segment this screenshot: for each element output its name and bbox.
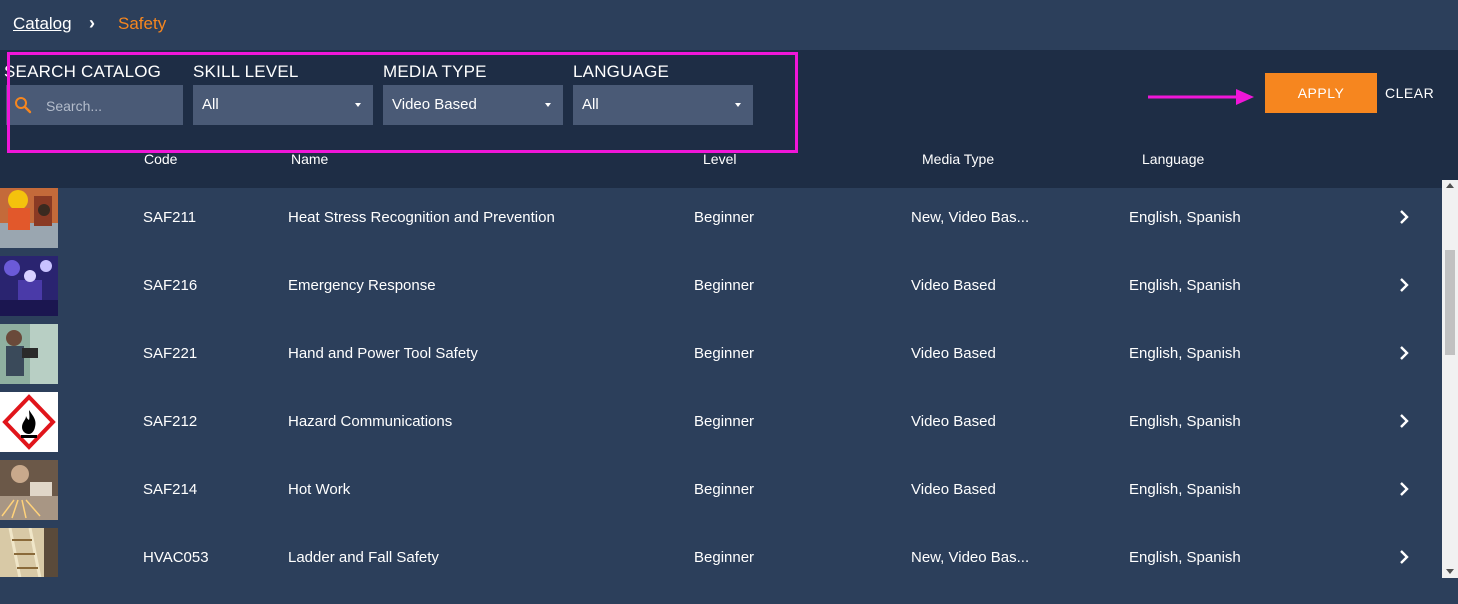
table-row[interactable]: SAF211 Heat Stress Recognition and Preve… [0, 188, 1442, 248]
scroll-thumb[interactable] [1445, 250, 1455, 355]
course-level: Beginner [694, 277, 755, 294]
media-type-value: Video Based [392, 96, 477, 113]
course-media-type: New, Video Bas... [911, 209, 1030, 226]
course-media-type: Video Based [911, 277, 996, 294]
course-language: English, Spanish [1129, 549, 1241, 566]
course-name: Ladder and Fall Safety [288, 549, 439, 566]
footer-band [0, 578, 1458, 604]
annotation-arrow-icon [1148, 89, 1254, 105]
table-row[interactable]: SAF214 Hot Work Beginner Video Based Eng… [0, 460, 1442, 520]
chevron-right-icon [1400, 414, 1409, 428]
course-language: English, Spanish [1129, 481, 1241, 498]
worker-photo-icon [0, 188, 58, 248]
caret-down-icon [355, 103, 361, 107]
course-code: SAF211 [143, 209, 197, 226]
table-row[interactable]: SAF212 Hazard Communications Beginner Vi… [0, 392, 1442, 452]
course-code: SAF221 [143, 345, 198, 362]
clear-button[interactable]: CLEAR [1385, 85, 1434, 101]
power-tool-photo-icon [0, 324, 58, 384]
skill-level-label: SKILL LEVEL [193, 62, 299, 81]
language-label: LANGUAGE [573, 62, 670, 81]
breadcrumb-current: Safety [118, 14, 167, 33]
chevron-right-icon [1400, 346, 1409, 360]
course-media-type: Video Based [911, 481, 996, 498]
course-name: Emergency Response [288, 277, 436, 294]
search-icon [15, 97, 32, 114]
course-level: Beginner [694, 549, 755, 566]
language-select[interactable]: All [573, 85, 753, 125]
course-name: Hazard Communications [288, 413, 453, 430]
ladder-photo-icon [0, 528, 58, 577]
course-media-type: Video Based [911, 413, 996, 430]
course-level: Beginner [694, 209, 755, 226]
chevron-right-icon [1400, 482, 1409, 496]
caret-down-icon [545, 103, 551, 107]
scroll-down-arrow-icon[interactable] [1446, 569, 1454, 574]
search-field[interactable] [6, 85, 183, 127]
chevron-right-icon [1400, 550, 1409, 564]
vertical-scrollbar[interactable] [1442, 180, 1458, 578]
course-name: Heat Stress Recognition and Prevention [288, 209, 555, 226]
course-media-type: Video Based [911, 345, 996, 362]
media-type-label: MEDIA TYPE [383, 62, 487, 81]
scroll-up-arrow-icon[interactable] [1446, 183, 1454, 188]
search-catalog-label: SEARCH CATALOG [4, 62, 162, 81]
table-row[interactable]: SAF216 Emergency Response Beginner Video… [0, 256, 1442, 316]
column-header-language[interactable]: Language [1142, 151, 1204, 167]
language-value: All [582, 96, 599, 113]
course-level: Beginner [694, 481, 755, 498]
table-row[interactable]: HVAC053 Ladder and Fall Safety Beginner … [0, 528, 1442, 577]
course-language: English, Spanish [1129, 345, 1241, 362]
course-name: Hand and Power Tool Safety [288, 345, 478, 362]
search-input[interactable] [44, 85, 183, 127]
course-code: SAF214 [143, 481, 198, 498]
column-header-media-type[interactable]: Media Type [922, 151, 994, 167]
table-row[interactable]: SAF221 Hand and Power Tool Safety Beginn… [0, 324, 1442, 384]
column-header-name[interactable]: Name [291, 151, 328, 167]
course-language: English, Spanish [1129, 277, 1241, 294]
course-name: Hot Work [288, 481, 351, 498]
flammable-hazard-icon [0, 392, 58, 452]
apply-button[interactable]: APPLY [1265, 73, 1377, 113]
column-header-level[interactable]: Level [703, 151, 736, 167]
course-media-type: New, Video Bas... [911, 549, 1030, 566]
course-code: SAF216 [143, 277, 198, 294]
course-code: HVAC053 [143, 549, 209, 566]
breadcrumb: Catalog › Safety [0, 0, 1458, 50]
course-code: SAF212 [143, 413, 198, 430]
media-type-select[interactable]: Video Based [383, 85, 563, 125]
chevron-right-icon [1400, 210, 1409, 224]
breadcrumb-catalog-link[interactable]: Catalog [13, 14, 72, 34]
course-language: English, Spanish [1129, 209, 1241, 226]
skill-level-select[interactable]: All [193, 85, 373, 125]
skill-level-value: All [202, 96, 219, 113]
course-level: Beginner [694, 413, 755, 430]
course-level: Beginner [694, 345, 755, 362]
course-list: SAF211 Heat Stress Recognition and Preve… [0, 188, 1442, 577]
column-header-code[interactable]: Code [144, 151, 177, 167]
chevron-right-icon [1400, 278, 1409, 292]
course-language: English, Spanish [1129, 413, 1241, 430]
grinding-sparks-photo-icon [0, 460, 58, 520]
chevron-right-icon: › [89, 13, 95, 33]
emergency-photo-icon [0, 256, 58, 316]
caret-down-icon [735, 103, 741, 107]
